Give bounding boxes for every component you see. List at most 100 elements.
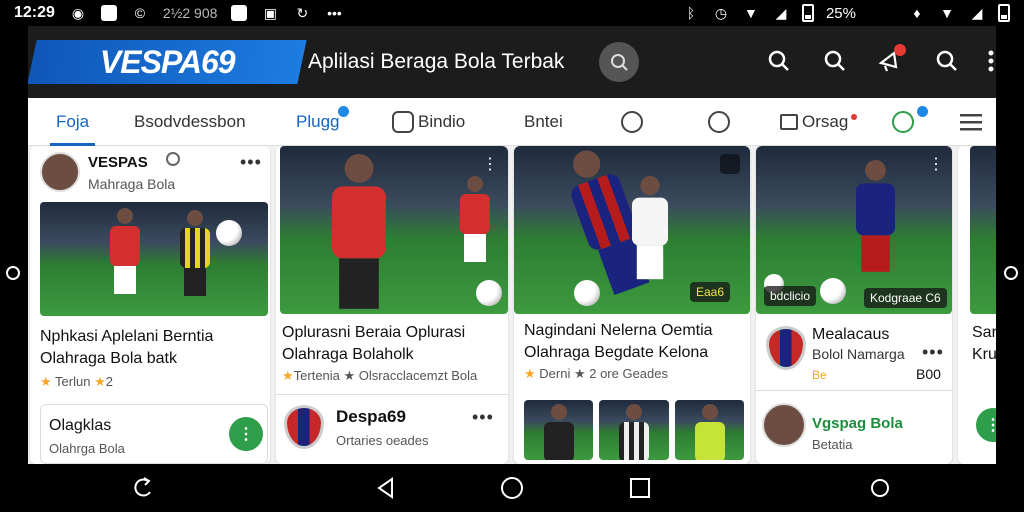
tab-label: Bntei [524,111,563,131]
tab-search-user[interactable] [892,98,928,146]
tab-orsag[interactable]: Orsag [780,98,858,146]
overflow-menu-button[interactable] [986,44,996,78]
feed-card-3[interactable]: Eaa6 Nagindani Nelerna Oemtia Olahraga B… [514,146,750,464]
search-icon-3 [936,50,957,71]
search-button-3[interactable] [930,44,964,78]
thumb-row [524,400,744,460]
player-red [110,208,140,294]
search-button-2[interactable] [818,44,852,78]
copyright-icon: © [134,5,146,21]
more-icon-2[interactable]: ••• [472,407,494,428]
match-photo-4[interactable]: ⋮ bdclicio Kodgraae C6 [756,146,952,314]
post-meta-2-text: Tertenia ★ Olsracclacemzt Bola [293,368,478,383]
feed-card-4[interactable]: ⋮ bdclicio Kodgraae C6 Mealacaus Bolol N… [756,146,952,464]
center-action-button[interactable] [599,42,639,82]
feed-card-1[interactable]: VESPAS Mahraga Bola ••• Nphkasi Aplelani… [30,146,270,464]
back-icon[interactable] [374,476,398,500]
thumb-2[interactable] [599,400,669,460]
wifi-icon-2: ▼ [940,5,954,21]
location-icon: ♦ [913,5,921,21]
sync-icon: ↻ [296,5,309,21]
hamburger-menu-button[interactable] [960,98,982,146]
player-yellow [180,210,210,296]
thumb-3[interactable] [674,400,744,460]
account-avatar[interactable] [40,152,80,192]
home-icon[interactable] [500,476,524,500]
brand-logo[interactable]: VESPA69 [28,40,307,84]
thumb-1[interactable] [524,400,594,460]
tab-badge [338,105,350,117]
bluetooth-icon: ᛒ [686,5,696,21]
alarm-icon: ◷ [714,5,728,21]
post-meta-3-text: Derni ★ 2 ore Geades [539,366,668,381]
match-photo-3[interactable]: Eaa6 [514,146,750,314]
status-left-text: 2½2 908 [162,5,218,21]
post-subtitle-4: Bolol Namarga [812,346,905,362]
wifi-icon: ▼ [744,5,758,21]
recents-icon[interactable] [628,476,652,500]
star-icon-2: ★ [94,374,106,389]
post-meta-4-left: Be [812,368,827,382]
sub-card-title: Olagklas [49,417,112,434]
user-name: Vgspag Bola [812,415,903,432]
search-user-icon [892,110,914,133]
signal-icon-2: ◢ [971,5,983,21]
tab-smiley[interactable] [621,98,647,146]
star-icon-4: ★ [524,366,536,381]
feed-card-2[interactable]: ⋮ Oplurasni Beraia Oplurasi Olahraga Bol… [276,146,508,464]
post-title: Nphkasi Aplelani Berntia Olahraga Bola b… [40,328,214,367]
circle-icon[interactable] [868,476,892,500]
tab-badge-2 [917,105,928,117]
rotate-icon[interactable] [132,476,156,500]
sub-card[interactable]: Olagklas Olahrga Bola ⋮ [40,404,268,464]
info-icon[interactable] [166,152,180,166]
app-window: VESPA69 Aplilasi Beraga Bola Terbak Foja… [28,26,996,464]
tab-foja[interactable]: Foja [49,98,96,146]
user-avatar[interactable] [762,403,806,447]
account-subtitle: Mahraga Bola [88,176,176,192]
feed-card-5[interactable]: Sar Kru ⋮ [958,146,996,464]
edit-icon [392,110,414,133]
more-icon[interactable]: ••• [240,152,262,173]
tab-heart[interactable] [708,98,734,146]
user-card[interactable]: Vgspag Bola Betatia [756,390,952,464]
tab-label: Bindio [418,111,466,131]
more-vertical-icon [988,50,994,72]
search-button[interactable] [762,44,796,78]
search-icon-2 [824,50,845,71]
tab-bsodvdessbon[interactable]: Bsodvdessbon [134,98,246,146]
star-icon-3: ★ [282,368,294,383]
match-photo-5[interactable] [970,146,996,314]
battery-icon-2 [998,4,1010,22]
tab-bindio[interactable]: Bindio [392,98,465,146]
tab-bntei[interactable]: Bntei [524,98,563,146]
star-icon: ★ [40,374,52,389]
match-photo[interactable] [40,202,268,316]
post-title-4: Mealacaus [812,326,890,343]
account-name: VESPAS [88,154,148,171]
club-badge-icon-2 [766,326,806,370]
app-header: VESPA69 Aplilasi Beraga Bola Terbak [28,26,996,98]
post-meta-text: Terlun [55,374,91,389]
photo-chip-right: Kodgraae C6 [864,288,947,308]
status-icons-left: ◉ © 2½2 908 ▣ ↻ ••• [69,5,344,21]
more-fab-button-2[interactable]: ⋮ [976,408,996,442]
more-vertical-icon-3[interactable]: ⋮ [928,154,944,174]
more-fab-button[interactable]: ⋮ [229,417,263,451]
more-vertical-icon-2[interactable]: ⋮ [482,154,498,174]
score-badge: Eaa6 [690,282,731,302]
player-red-2 [332,154,386,309]
edge-right-arrow-icon[interactable] [1004,266,1018,280]
more-icon-3[interactable]: ••• [922,342,944,363]
post-meta-2: ★Tertenia ★ Olsracclacemzt Bola [282,368,477,384]
app-card[interactable]: Despa69 Ortaries oeades ••• [276,394,508,464]
camera-icon[interactable] [720,154,740,174]
app-card-name: Despa69 [336,407,406,426]
match-photo-2[interactable]: ⋮ [280,146,508,314]
app-card-meta: Ortaries oeades [336,433,429,448]
notifications-button[interactable] [874,44,908,78]
post-meta-3: ★ Derni ★ 2 ore Geades [524,366,668,382]
tab-bar: Foja Bsodvdessbon Plugg Bindio Bntei Ors… [28,98,996,146]
tab-plugg[interactable]: Plugg [296,98,350,146]
edge-left-arrow-icon[interactable] [6,266,20,280]
